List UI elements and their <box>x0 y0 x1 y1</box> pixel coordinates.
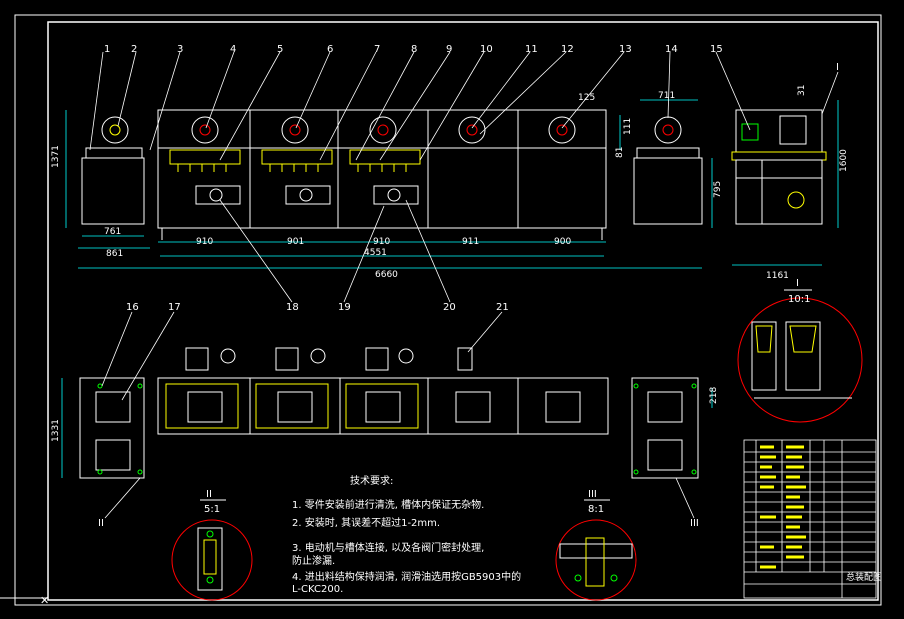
dim-218: 218 <box>709 387 719 404</box>
balloon-13: 13 <box>619 44 632 55</box>
balloon-1: 1 <box>104 44 110 55</box>
drum-2 <box>281 116 309 144</box>
dim-81: 81 <box>615 147 625 158</box>
technical-notes: 技术要求: 1. 零件安装前进行清洗, 槽体内保证无杂物. 2. 安装时, 其误… <box>292 474 521 595</box>
balloon-20: 20 <box>443 302 456 313</box>
plan-view <box>79 347 699 479</box>
detail-I-scale: 10:1 <box>788 294 810 305</box>
right-drum <box>654 116 682 144</box>
detail-I: I 10:1 <box>737 278 863 423</box>
motors <box>195 185 419 205</box>
drum-5 <box>548 116 576 144</box>
bom-entries <box>760 445 806 569</box>
dim-side-height: 1600 <box>839 149 849 172</box>
balloon-II: II <box>98 518 104 529</box>
dim-111: 111 <box>623 118 633 135</box>
balloon-2: 2 <box>131 44 137 55</box>
dim-section-3: 910 <box>373 237 390 247</box>
left-housing <box>81 157 145 225</box>
balloon-5: 5 <box>277 44 283 55</box>
origin-mark: ✕ <box>40 594 49 607</box>
balloon-11: 11 <box>525 44 538 55</box>
balloon-19: 19 <box>338 302 351 313</box>
detail-I-label: I <box>796 278 799 289</box>
balloons: 1 2 3 4 5 6 7 8 9 10 11 12 13 14 15 I 18… <box>98 44 839 529</box>
front-dimensions <box>61 99 839 478</box>
balloon-I: I <box>836 62 839 73</box>
dim-section-2: 901 <box>287 237 304 247</box>
note-3b: 防止渗漏. <box>292 554 335 567</box>
dim-total-inner: 4551 <box>364 248 387 258</box>
side-view <box>731 109 827 225</box>
left-housing-top <box>85 147 143 159</box>
note-1: 1. 零件安装前进行清洗, 槽体内保证无杂物. <box>292 498 484 511</box>
balloon-9: 9 <box>446 44 452 55</box>
dim-711: 711 <box>658 91 675 101</box>
drum-4 <box>458 116 486 144</box>
balloon-III: III <box>690 518 699 529</box>
notes-title: 技术要求: <box>350 474 393 487</box>
balloon-7: 7 <box>374 44 380 55</box>
balloon-16: 16 <box>126 302 139 313</box>
dim-plan-height: 1331 <box>51 419 61 442</box>
balloon-21: 21 <box>496 302 509 313</box>
note-4b: L-CKC200. <box>292 584 343 595</box>
detail-II-scale: 5:1 <box>204 504 220 515</box>
note-3: 3. 电动机与槽体连接, 以及各阀门密封处理, <box>292 541 484 554</box>
dim-795: 795 <box>713 181 723 198</box>
balloon-15: 15 <box>710 44 723 55</box>
balloon-8: 8 <box>411 44 417 55</box>
detail-III-scale: 8:1 <box>588 504 604 515</box>
dim-section-5: 900 <box>554 237 571 247</box>
right-housing <box>633 157 703 225</box>
front-view <box>81 109 703 240</box>
balloon-14: 14 <box>665 44 678 55</box>
note-4: 4. 进出料结构保持润滑, 润滑油选用按GB5903中的 <box>292 570 521 583</box>
balloon-4: 4 <box>230 44 236 55</box>
balloon-17: 17 <box>168 302 181 313</box>
dim-section-4: 911 <box>462 237 479 247</box>
balloon-6: 6 <box>327 44 333 55</box>
balloon-10: 10 <box>480 44 493 55</box>
leader-lines <box>89 51 839 519</box>
detail-III: III 8:1 <box>555 489 637 601</box>
detail-III-label: III <box>588 489 597 500</box>
detail-II-label: II <box>206 489 212 500</box>
balloon-3: 3 <box>177 44 183 55</box>
balloon-12: 12 <box>561 44 574 55</box>
brush-assemblies <box>169 149 421 172</box>
cad-drawing: ✕ 1371 761 861 910 901 910 911 900 4551 … <box>0 14 882 607</box>
left-drum <box>101 116 129 144</box>
note-2: 2. 安装时, 其误差不超过1-2mm. <box>292 516 440 529</box>
dim-b2: 861 <box>106 249 123 259</box>
dim-31: 31 <box>797 85 807 96</box>
drum-1 <box>191 116 219 144</box>
dim-front-height: 1371 <box>51 145 61 168</box>
drum-3 <box>369 116 397 144</box>
dim-total: 6660 <box>375 270 398 280</box>
balloon-18: 18 <box>286 302 299 313</box>
dim-section-1: 910 <box>196 237 213 247</box>
dim-b1: 761 <box>104 227 121 237</box>
dim-side-width: 1161 <box>766 271 789 281</box>
detail-II: II 5:1 <box>171 489 253 601</box>
title-block-name: 总装配图 <box>846 571 882 583</box>
